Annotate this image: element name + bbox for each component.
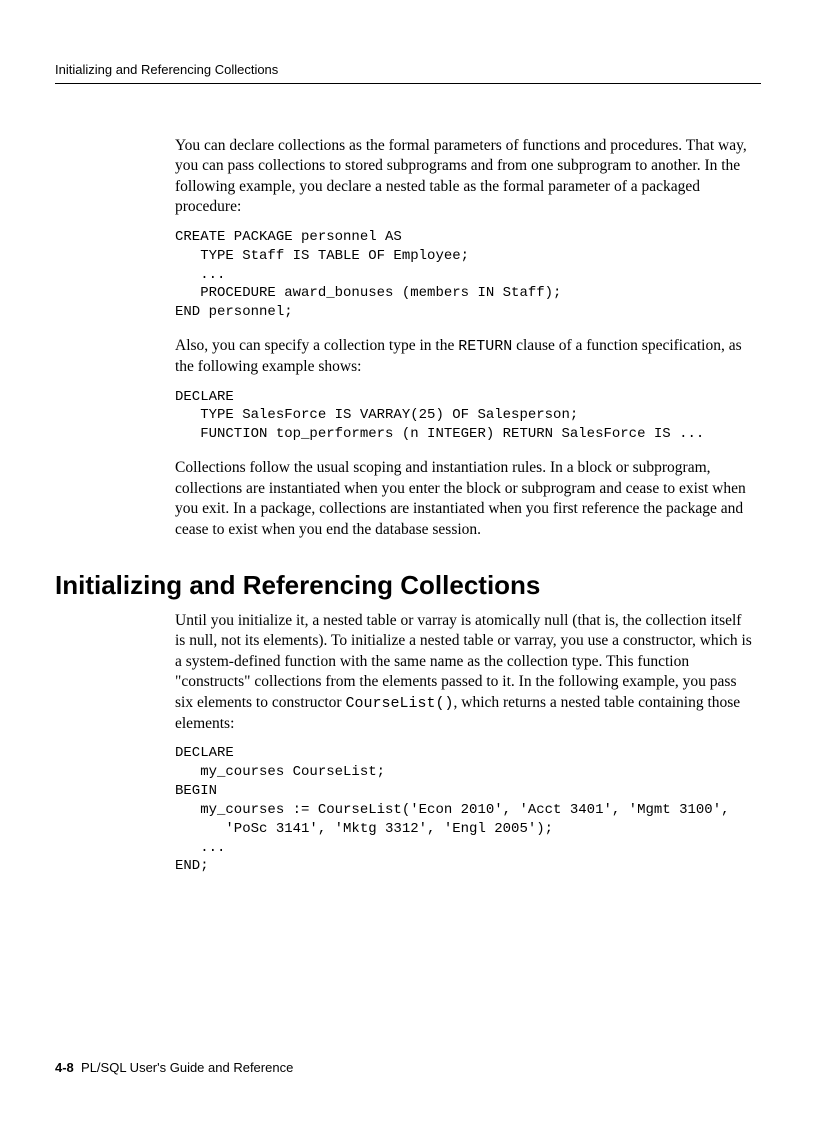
code-block-1: CREATE PACKAGE personnel AS TYPE Staff I… bbox=[175, 228, 755, 322]
paragraph-3: Collections follow the usual scoping and… bbox=[175, 458, 755, 540]
body-column: You can declare collections as the forma… bbox=[175, 136, 755, 876]
code-block-2: DECLARE TYPE SalesForce IS VARRAY(25) OF… bbox=[175, 388, 755, 445]
header-rule bbox=[55, 83, 761, 84]
section-heading: Initializing and Referencing Collections bbox=[55, 570, 755, 601]
page: Initializing and Referencing Collections… bbox=[0, 0, 816, 1123]
book-title: PL/SQL User's Guide and Reference bbox=[81, 1060, 293, 1075]
page-footer: 4-8 PL/SQL User's Guide and Reference bbox=[55, 1060, 293, 1075]
paragraph-2-pre: Also, you can specify a collection type … bbox=[175, 337, 458, 354]
inline-code-courselist: CourseList() bbox=[345, 695, 453, 712]
paragraph-4: Until you initialize it, a nested table … bbox=[175, 611, 755, 734]
running-header: Initializing and Referencing Collections bbox=[55, 62, 761, 77]
page-number: 4-8 bbox=[55, 1060, 74, 1075]
inline-code-return: RETURN bbox=[458, 338, 512, 355]
code-block-3: DECLARE my_courses CourseList; BEGIN my_… bbox=[175, 744, 755, 876]
paragraph-1: You can declare collections as the forma… bbox=[175, 136, 755, 218]
paragraph-2: Also, you can specify a collection type … bbox=[175, 336, 755, 377]
